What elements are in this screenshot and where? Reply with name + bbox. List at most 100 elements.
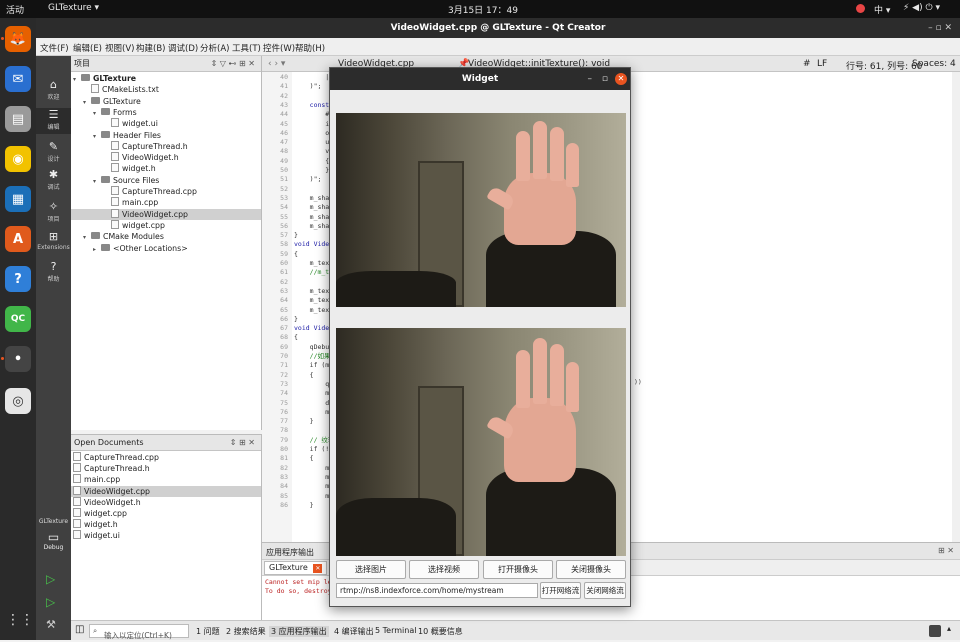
mode-debug[interactable]: ✱ 调试 (36, 168, 71, 194)
line-number: 86 (280, 500, 288, 509)
status-tab-terminal[interactable]: 5 Terminal (375, 626, 416, 635)
nav-arrows-icon[interactable]: ‹ › ▾ (268, 59, 285, 69)
open-document-item[interactable]: widget.cpp (71, 508, 261, 519)
open-document-item[interactable]: main.cpp (71, 474, 261, 485)
close-icon[interactable]: ✕ (615, 73, 627, 85)
open-document-item[interactable]: VideoWidget.h (71, 496, 261, 508)
software-icon[interactable]: A (5, 226, 31, 252)
tree-item[interactable]: ▾ Header Files (71, 130, 261, 141)
tree-item[interactable]: widget.ui (71, 118, 261, 129)
system-menu[interactable]: ⚡ ◀) ⏻ ▾ (903, 3, 940, 13)
tree-item[interactable]: main.cpp (71, 197, 261, 208)
help-icon[interactable]: ? (5, 266, 31, 292)
locator-input[interactable]: ⌕ 输入以定位(Ctrl+K) (89, 624, 189, 640)
qtcreator-icon[interactable]: QC (5, 306, 31, 332)
open-stream-button[interactable]: 打开网络流 (540, 582, 581, 599)
build-hammer-icon[interactable]: ⚒ (46, 618, 56, 631)
open-document-item[interactable]: CaptureThread.cpp (71, 452, 261, 463)
select-image-button[interactable]: 选择图片 (336, 560, 406, 579)
app-menu[interactable]: GLTexture ▾ (48, 3, 99, 13)
menu-edit[interactable]: 编辑(E) (73, 42, 102, 54)
input-method-menu[interactable]: 中 ▾ (874, 3, 890, 16)
line-ending[interactable]: LF (817, 59, 827, 69)
menu-view[interactable]: 视图(V) (105, 42, 134, 54)
tree-item-label: widget.ui (122, 119, 158, 129)
tree-item[interactable]: CMakeLists.txt (71, 84, 261, 95)
indent-setting[interactable]: Spaces: 4 (912, 59, 956, 69)
stream-url-input[interactable]: rtmp://ns8.indexforce.com/home/mystream (336, 583, 538, 598)
output-pane-tools-icon[interactable]: ⊞ ✕ (938, 546, 954, 555)
qt-window-controls[interactable]: – ▫ ✕ (928, 18, 952, 38)
rhythmbox-icon[interactable]: ◉ (5, 146, 31, 172)
expand-icon[interactable]: ▴ (947, 624, 951, 633)
mode-wrench[interactable]: ✧ 项目 (36, 200, 71, 226)
tree-item[interactable]: VideoWidget.cpp (71, 208, 261, 220)
tree-item[interactable]: ▸ <Other Locations> (71, 243, 261, 254)
editor-hash[interactable]: # (803, 59, 811, 69)
close-camera-button[interactable]: 关闭摄像头 (556, 560, 626, 579)
menu-help[interactable]: 帮助(H) (295, 42, 325, 54)
firefox-icon[interactable]: 🦊 (5, 26, 31, 52)
files-icon[interactable]: ▤ (5, 106, 31, 132)
status-tab-compile[interactable]: 4 编译输出 (334, 626, 374, 637)
status-tab-issues[interactable]: 1 问题 (196, 626, 220, 637)
tree-item[interactable]: ▾ GLTexture (71, 73, 261, 84)
open-document-item[interactable]: CaptureThread.h (71, 463, 261, 474)
writer-icon[interactable]: ▦ (5, 186, 31, 212)
activities-button[interactable]: 活动 (6, 3, 24, 16)
cursor-position[interactable]: 行号: 61, 列号: 60 (846, 59, 922, 72)
mode-home[interactable]: ⌂ 欢迎 (36, 78, 71, 104)
panel-tools-icon[interactable]: ⇕ ⊞ ✕ (230, 435, 255, 451)
line-number: 67 (280, 324, 288, 333)
code-line: ou (294, 128, 334, 137)
tree-item[interactable]: ▾ GLTexture (71, 96, 261, 107)
output-tab-gltexture[interactable]: GLTexture ✕ (264, 561, 328, 575)
select-video-button[interactable]: 选择视频 (409, 560, 479, 579)
progress-toggle-icon[interactable] (929, 625, 941, 637)
toggle-sidebar-icon[interactable]: ◫ (75, 624, 84, 635)
menu-tools[interactable]: 工具(T) (232, 42, 261, 54)
status-tab-summary[interactable]: 10 概要信息 (418, 626, 463, 637)
panel-tools-icon[interactable]: ⇕ ▽ ⊷ ⊞ ✕ (211, 56, 255, 72)
open-document-item[interactable]: widget.h (71, 519, 261, 530)
editor-scrollbar[interactable] (952, 72, 960, 542)
maximize-icon[interactable]: ▫ (602, 68, 608, 90)
tree-item[interactable]: ▾ Forms (71, 107, 261, 118)
kit-selector[interactable]: ▭ Debug (36, 530, 71, 560)
menu-analyze[interactable]: 分析(A) (200, 42, 229, 54)
debug-run-icon[interactable]: ▷ (46, 595, 55, 609)
thunderbird-icon[interactable]: ✉ (5, 66, 31, 92)
mode-extensions[interactable]: ⊞ Extensions (36, 230, 71, 256)
chevron-right-icon[interactable]: ▸ (93, 244, 101, 255)
tree-item[interactable]: ▾ Source Files (71, 175, 261, 186)
show-apps-icon[interactable]: ⋮⋮ (6, 608, 34, 632)
status-tab-search[interactable]: 2 搜索结果 (226, 626, 266, 637)
menu-file[interactable]: 文件(F) (40, 42, 69, 54)
minimize-icon[interactable]: – (588, 68, 593, 90)
close-tab-icon[interactable]: ✕ (313, 564, 323, 573)
menu-controls[interactable]: 控件(W) (263, 42, 295, 54)
app-active-icon[interactable]: • (5, 346, 31, 372)
menu-debug[interactable]: 调试(D) (168, 42, 198, 54)
tree-item[interactable]: CaptureThread.cpp (71, 186, 261, 197)
line-number: 84 (280, 482, 288, 491)
dvd-icon[interactable]: ◎ (5, 388, 31, 414)
tree-item[interactable]: widget.cpp (71, 219, 261, 231)
run-icon[interactable]: ▷ (46, 572, 55, 586)
status-tab-app-output[interactable]: 3 应用程序输出 (269, 626, 329, 637)
tree-item[interactable]: CaptureThread.h (71, 140, 261, 152)
mode-design[interactable]: ✎ 设计 (36, 140, 71, 166)
mode-edit[interactable]: ☰ 编辑 (36, 108, 71, 134)
open-document-item[interactable]: widget.ui (71, 530, 261, 541)
menu-build[interactable]: 构建(B) (136, 42, 165, 54)
tree-item-label: Source Files (113, 175, 160, 185)
tree-item[interactable]: VideoWidget.h (71, 152, 261, 163)
mode-help[interactable]: ? 帮助 (36, 260, 71, 286)
tree-item[interactable]: ▾ CMake Modules (71, 231, 261, 242)
close-stream-button[interactable]: 关闭网络流 (584, 582, 626, 599)
widget-titlebar[interactable]: Widget – ▫ ✕ (330, 68, 630, 90)
open-camera-button[interactable]: 打开摄像头 (483, 560, 553, 579)
clock[interactable]: 3月15日 17：49 (448, 3, 518, 16)
open-document-item[interactable]: VideoWidget.cpp (71, 485, 261, 497)
tree-item[interactable]: widget.h (71, 163, 261, 174)
